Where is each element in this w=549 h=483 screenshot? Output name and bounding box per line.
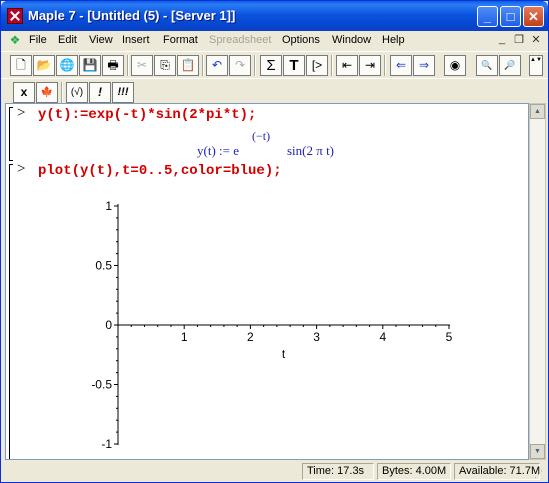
y-tick-label: -0.5 xyxy=(91,378,112,392)
context-toolbar: x 🍁 (√) ! !!! xyxy=(1,78,548,103)
x-axis-label: t xyxy=(282,347,286,361)
execute-icon[interactable]: ! xyxy=(89,82,111,103)
title-bar[interactable]: Maple 7 - [Untitled (5) - [Server 1]] _ … xyxy=(1,1,548,31)
close-button[interactable]: ✕ xyxy=(523,6,544,27)
indent-left-icon[interactable]: ⇤ xyxy=(336,55,358,76)
status-time: Time: 17.3s xyxy=(302,463,374,480)
toolbar-separator xyxy=(127,55,129,76)
status-bytes: Bytes: 4.00M xyxy=(377,463,451,480)
document-menu-icon[interactable]: ❖ xyxy=(8,33,22,47)
menu-edit[interactable]: Edit xyxy=(58,34,77,46)
x-tick-label: 1 xyxy=(181,330,188,344)
x-tick-label: 3 xyxy=(313,330,320,344)
y-tick-label: 1 xyxy=(105,199,112,213)
menu-window[interactable]: Window xyxy=(332,34,371,46)
open-icon[interactable]: 📂 xyxy=(33,55,55,76)
print-icon[interactable]: 🖶 xyxy=(102,55,124,76)
toolbar-separator xyxy=(202,55,204,76)
leaf-icon[interactable]: 🍁 xyxy=(36,82,58,103)
menu-options[interactable]: Options xyxy=(282,34,320,46)
worksheet[interactable]: > y(t):=exp(-t)*sin(2*pi*t); y(t) := e (… xyxy=(5,103,529,460)
open-url-icon[interactable]: 🌐 xyxy=(56,55,78,76)
plot-area[interactable]: 1 2 3 4 5 1 0.5 0 -0.5 -1 t xyxy=(6,104,528,459)
menu-file[interactable]: File xyxy=(29,34,47,46)
scroll-down-button[interactable]: ▼ xyxy=(530,444,545,459)
y-tick-label: 0 xyxy=(105,318,112,332)
doc-close-button[interactable]: ✕ xyxy=(528,33,544,47)
toolbar-separator xyxy=(384,55,386,76)
verify-icon[interactable]: (√) xyxy=(66,82,88,103)
x-tick-label: 5 xyxy=(446,330,453,344)
minimize-button[interactable]: _ xyxy=(477,6,498,27)
resize-grip-icon[interactable]: ⋰ xyxy=(534,468,546,480)
redo-icon[interactable]: ↷ xyxy=(229,55,251,76)
scroll-up-button[interactable]: ▲ xyxy=(530,104,545,119)
sum-icon[interactable]: Σ xyxy=(260,55,282,76)
maple-input-icon[interactable]: x xyxy=(13,82,35,103)
maple-app-icon[interactable] xyxy=(7,8,23,24)
back-icon[interactable]: ⇐ xyxy=(390,55,412,76)
new-document-icon[interactable]: 🗋 xyxy=(10,55,32,76)
toolbar-separator xyxy=(254,55,256,76)
menu-bar: ❖ File Edit View Insert Format Spreadshe… xyxy=(1,31,548,50)
menu-insert[interactable]: Insert xyxy=(122,34,150,46)
zoom-out-icon[interactable]: 🔎 xyxy=(499,55,521,76)
toolbar-scroll-icon[interactable]: ▲▼ xyxy=(529,55,543,76)
zoom-in-icon[interactable]: 🔍 xyxy=(476,55,498,76)
toolbar-separator xyxy=(61,82,63,103)
stop-icon[interactable]: ◉ xyxy=(444,55,466,76)
y-tick-label: -1 xyxy=(101,437,112,451)
window-title: Maple 7 - [Untitled (5) - [Server 1]] xyxy=(28,8,236,23)
cut-icon[interactable]: ✂ xyxy=(131,55,153,76)
text-icon[interactable]: T xyxy=(283,55,305,76)
main-toolbar: 🗋 📂 🌐 💾 🖶 ✂ ⎘ 📋 ↶ ↷ Σ T [> ⇤ ⇥ ⇐ ⇒ ◉ 🔍 🔎… xyxy=(1,51,548,78)
copy-icon[interactable]: ⎘ xyxy=(154,55,176,76)
undo-icon[interactable]: ↶ xyxy=(206,55,228,76)
vertical-scrollbar[interactable]: ▲ ▼ xyxy=(529,103,546,460)
y-tick-label: 0.5 xyxy=(95,259,112,273)
insert-input-icon[interactable]: [> xyxy=(306,55,328,76)
save-icon[interactable]: 💾 xyxy=(79,55,101,76)
menu-spreadsheet: Spreadsheet xyxy=(209,34,272,46)
forward-icon[interactable]: ⇒ xyxy=(413,55,435,76)
menu-view[interactable]: View xyxy=(89,34,113,46)
status-available: Available: 71.7M xyxy=(454,463,540,480)
status-bar: Time: 17.3s Bytes: 4.00M Available: 71.7… xyxy=(1,461,548,482)
maximize-button[interactable]: □ xyxy=(500,6,521,27)
toolbar-separator xyxy=(331,55,333,76)
paste-icon[interactable]: 📋 xyxy=(177,55,199,76)
menu-help[interactable]: Help xyxy=(382,34,405,46)
x-tick-label: 4 xyxy=(379,330,386,344)
indent-right-icon[interactable]: ⇥ xyxy=(359,55,381,76)
doc-restore-button[interactable]: ❐ xyxy=(511,33,527,47)
execute-all-icon[interactable]: !!! xyxy=(112,82,134,103)
maple-window: Maple 7 - [Untitled (5) - [Server 1]] _ … xyxy=(0,0,549,483)
x-tick-label: 2 xyxy=(247,330,254,344)
doc-minimize-button[interactable]: _ xyxy=(494,33,510,47)
menu-format[interactable]: Format xyxy=(163,34,198,46)
